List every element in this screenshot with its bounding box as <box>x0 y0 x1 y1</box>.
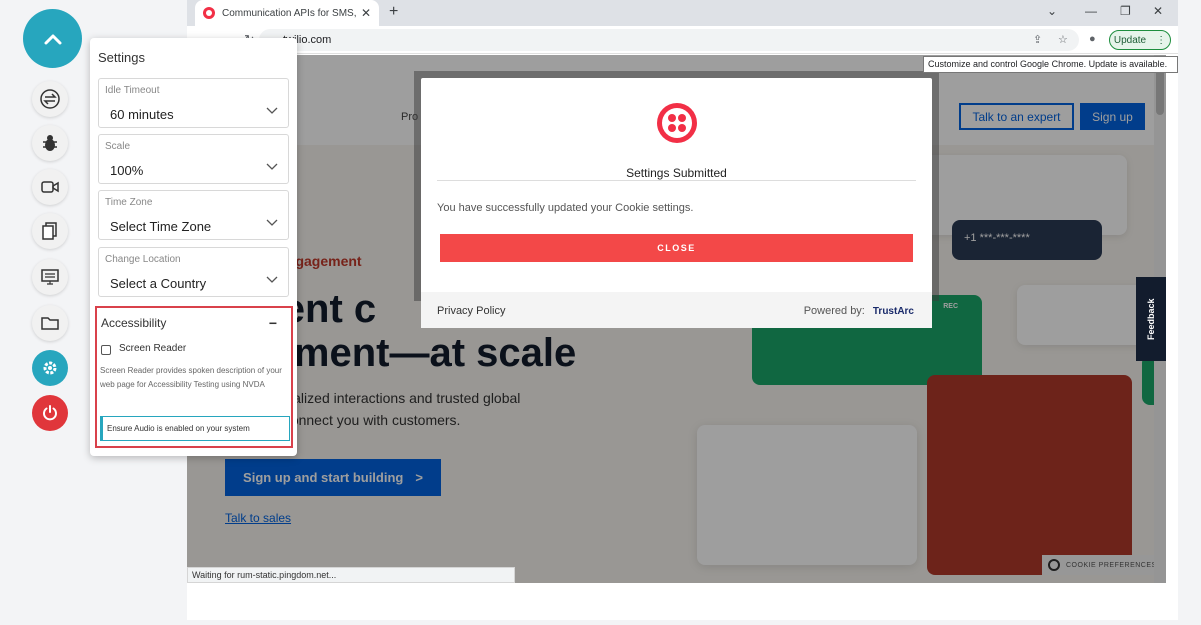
accessibility-title: Accessibility <box>101 316 167 330</box>
screen-button[interactable] <box>32 259 68 295</box>
screen-reader-label[interactable]: Screen Reader <box>119 343 186 354</box>
chevron-down-icon <box>266 107 278 114</box>
location-label: Change Location <box>105 254 181 265</box>
time-zone-select[interactable]: Time Zone Select Time Zone <box>98 190 289 240</box>
copy-icon <box>42 222 57 240</box>
modal-title: Settings Submitted <box>626 166 727 180</box>
copy-button[interactable] <box>32 213 68 249</box>
restore-icon[interactable]: ❐ <box>1120 4 1131 18</box>
gear-icon <box>43 361 57 375</box>
folder-icon <box>41 317 59 330</box>
tab-close-icon[interactable]: ✕ <box>361 6 371 20</box>
settings-panel: Settings Idle Timeout 60 minutes Scale 1… <box>90 38 297 456</box>
bug-report-button[interactable] <box>32 125 68 161</box>
screen-reader-description: Screen Reader provides spoken descriptio… <box>100 366 282 389</box>
tab-search-chevron-icon[interactable]: ⌄ <box>1047 4 1057 18</box>
trustarc-logo[interactable]: TrustArc <box>873 306 914 317</box>
video-icon <box>41 181 59 193</box>
monitor-icon <box>41 269 59 285</box>
powered-by: Powered by: TrustArc <box>804 305 914 317</box>
collapse-rail-button[interactable] <box>23 9 82 68</box>
update-label: Update <box>1113 34 1147 46</box>
status-bar: Waiting for rum-static.pingdom.net... <box>187 567 515 583</box>
location-value: Select a Country <box>110 276 207 291</box>
modal-footer: Privacy Policy Powered by: TrustArc <box>421 292 932 328</box>
audio-notice: Ensure Audio is enabled on your system <box>100 416 290 441</box>
chrome-update-button[interactable]: Update ⋮ <box>1109 30 1171 50</box>
collapse-minus-icon[interactable]: − <box>269 315 277 331</box>
chrome-menu-tooltip: Customize and control Google Chrome. Upd… <box>923 56 1178 73</box>
profile-icon[interactable]: ● <box>1089 33 1096 45</box>
feedback-tab[interactable]: Feedback <box>1136 277 1166 361</box>
twilio-logo-icon <box>657 103 697 143</box>
privacy-policy-link[interactable]: Privacy Policy <box>437 305 505 317</box>
chevron-down-icon <box>266 276 278 283</box>
end-session-button[interactable] <box>32 395 68 431</box>
chevron-down-icon <box>266 163 278 170</box>
chevron-down-icon <box>266 219 278 226</box>
scale-label: Scale <box>105 141 131 152</box>
modal-message: You have successfully updated your Cooki… <box>437 202 694 214</box>
powered-by-label: Powered by: <box>803 305 865 317</box>
new-tab-icon[interactable]: + <box>389 3 398 21</box>
tab-title: Communication APIs for SMS, Vo <box>222 7 357 19</box>
switch-session-button[interactable] <box>32 81 68 117</box>
files-button[interactable] <box>32 305 68 341</box>
time-zone-value: Select Time Zone <box>110 219 212 234</box>
logo-dot <box>678 114 686 122</box>
bug-icon <box>43 135 57 151</box>
close-button[interactable]: CLOSE <box>440 234 913 262</box>
chevron-up-icon <box>44 34 61 44</box>
logo-dot <box>668 124 676 132</box>
idle-timeout-value: 60 minutes <box>110 107 174 122</box>
twilio-favicon-icon <box>203 7 215 19</box>
idle-timeout-label: Idle Timeout <box>105 85 160 96</box>
minimize-icon[interactable]: — <box>1085 4 1097 18</box>
accessibility-section: Accessibility − Screen Reader Screen Rea… <box>95 306 293 448</box>
share-icon[interactable]: ⇪ <box>1033 33 1042 46</box>
cookie-settings-modal: Settings Submitted You have successfully… <box>421 78 932 328</box>
location-select[interactable]: Change Location Select a Country <box>98 247 289 297</box>
settings-title: Settings <box>98 50 145 65</box>
kebab-menu-icon: ⋮ <box>1156 34 1167 46</box>
power-icon <box>43 405 57 421</box>
scale-select[interactable]: Scale 100% <box>98 134 289 184</box>
modal-divider <box>437 180 916 181</box>
swap-icon <box>40 89 60 109</box>
browser-tab[interactable]: Communication APIs for SMS, Vo ✕ <box>195 0 379 26</box>
browser-toolbar: ← → ↻ twilio.com ⇪ ☆ ● Update ⋮ <box>187 26 1178 54</box>
logo-dot <box>668 114 676 122</box>
address-bar[interactable]: twilio.com <box>259 29 1079 51</box>
bookmark-star-icon[interactable]: ☆ <box>1058 33 1068 46</box>
tab-strip: Communication APIs for SMS, Vo ✕ + ⌄ — ❐… <box>187 0 1178 26</box>
screen-reader-checkbox[interactable] <box>101 345 111 355</box>
scale-value: 100% <box>110 163 144 178</box>
time-zone-label: Time Zone <box>105 197 153 208</box>
logo-dot <box>678 124 686 132</box>
record-video-button[interactable] <box>32 169 68 205</box>
settings-button[interactable] <box>32 350 68 386</box>
window-close-icon[interactable]: ✕ <box>1153 4 1163 18</box>
idle-timeout-select[interactable]: Idle Timeout 60 minutes <box>98 78 289 128</box>
